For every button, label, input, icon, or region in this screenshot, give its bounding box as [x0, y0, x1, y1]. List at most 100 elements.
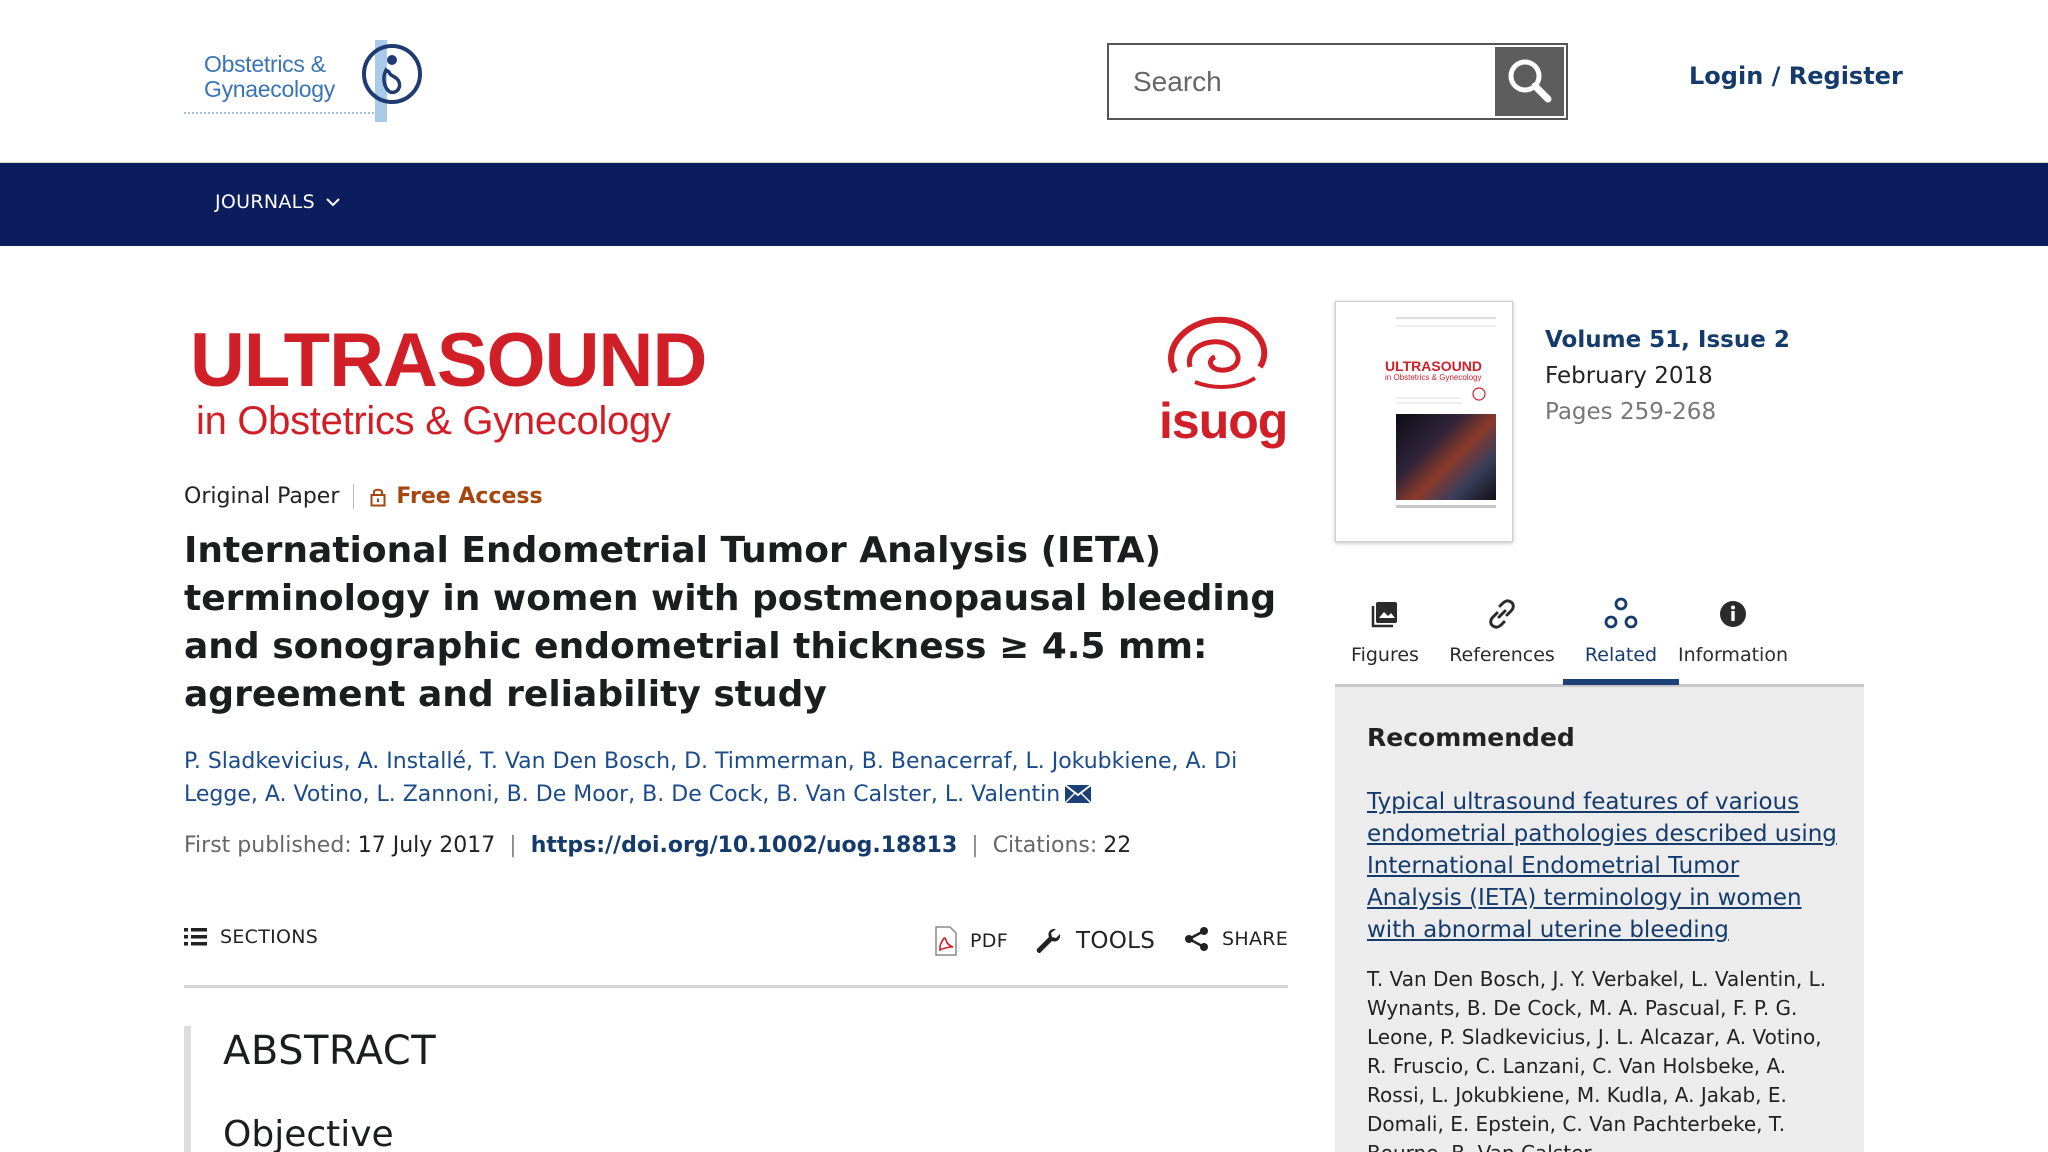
author-link[interactable]: A. Votino: [265, 782, 363, 807]
issue-info: Volume 51, Issue 2 February 2018 Pages 2…: [1545, 322, 1790, 430]
author-link[interactable]: B. Benacerraf: [862, 749, 1012, 774]
sections-button[interactable]: SECTIONS: [184, 926, 318, 948]
journals-label: JOURNALS: [215, 191, 315, 213]
author-separator: ,: [362, 782, 377, 807]
tab-information-label: Information: [1678, 644, 1788, 666]
envelope-icon[interactable]: [1064, 784, 1092, 804]
image-gallery-icon: [1371, 602, 1397, 628]
list-icon: [184, 928, 207, 946]
isuog-text: isuog: [1159, 393, 1288, 449]
abstract-heading: ABSTRACT: [223, 1028, 437, 1074]
author-link[interactable]: L. Zannoni: [376, 782, 492, 807]
author-link[interactable]: L. Jokubkiene: [1025, 749, 1171, 774]
abstract-section: ABSTRACT Objective: [184, 1026, 1288, 1152]
citations-count[interactable]: 22: [1103, 833, 1131, 858]
related-nodes-icon: [1604, 597, 1638, 629]
isuog-logo[interactable]: isuog: [1155, 312, 1288, 452]
search-input[interactable]: [1109, 45, 1497, 118]
tools-button[interactable]: TOOLS: [1034, 926, 1155, 956]
search-box: [1107, 43, 1568, 120]
pdf-icon: [935, 926, 957, 956]
issue-date: February 2018: [1545, 363, 1713, 389]
author-separator: ,: [250, 782, 265, 807]
cover-title: ULTRASOUND: [1385, 358, 1482, 374]
author-link[interactable]: D. Timmerman: [684, 749, 848, 774]
author-link[interactable]: P. Sladkevicius: [184, 749, 344, 774]
brand-line-1: Obstetrics &: [204, 51, 326, 77]
article-type: Original Paper: [184, 484, 355, 509]
journal-logo-subtitle: in Obstetrics & Gynecology: [196, 399, 671, 443]
journal-logo-title: ULTRASOUND: [190, 318, 707, 403]
active-tab-indicator: [1563, 679, 1679, 685]
separator: |: [971, 833, 979, 858]
recommended-panel: Recommended Typical ultrasound features …: [1335, 687, 1864, 1152]
author-separator: ,: [847, 749, 862, 774]
link-icon: [1489, 599, 1515, 629]
author-separator: ,: [1171, 749, 1186, 774]
site-header: Obstetrics & Gynaecology Login / Registe…: [0, 0, 2048, 163]
cover-divider: [1396, 505, 1496, 508]
author-separator: ,: [930, 782, 945, 807]
author-separator: ,: [343, 749, 358, 774]
article-type-row: Original Paper Free Access: [184, 484, 543, 509]
separator: |: [509, 833, 517, 858]
main-nav: JOURNALS: [0, 163, 2048, 246]
pdf-label: PDF: [970, 930, 1008, 952]
tools-label: TOOLS: [1076, 928, 1156, 954]
free-access-label: Free Access: [396, 484, 543, 509]
publication-info: First published: 17 July 2017 | https://…: [184, 833, 1131, 858]
volume-issue-link[interactable]: Volume 51, Issue 2: [1545, 322, 1790, 358]
author-link[interactable]: B. De Cock: [642, 782, 762, 807]
citations-label: Citations:: [992, 833, 1098, 858]
sidebar-tabs: Figures References Related Information: [1335, 586, 1864, 687]
author-link[interactable]: B. Van Calster: [776, 782, 930, 807]
first-published-date: 17 July 2017: [357, 833, 496, 858]
login-register-link[interactable]: Login / Register: [1689, 62, 1903, 90]
isuog-emblem-icon: [1168, 316, 1268, 389]
brand-name: Obstetrics & Gynaecology: [204, 52, 335, 102]
share-button[interactable]: SHARE: [1184, 926, 1288, 952]
recommended-article-authors: T. Van Den Bosch, J. Y. Verbakel, L. Val…: [1367, 967, 1827, 1152]
journals-menu[interactable]: JOURNALS: [215, 191, 341, 213]
author-link[interactable]: B. De Moor: [507, 782, 629, 807]
cover-image: [1396, 414, 1496, 500]
author-separator: ,: [1011, 749, 1026, 774]
recommended-article-link[interactable]: Typical ultrasound features of various e…: [1367, 786, 1837, 946]
journal-cover-thumbnail[interactable]: ULTRASOUND in Obstetrics & Gynecology: [1335, 301, 1513, 542]
lock-open-icon: [370, 488, 386, 506]
issue-pages: Pages 259-268: [1545, 399, 1717, 425]
chevron-down-icon: [326, 198, 340, 207]
author-separator: ,: [628, 782, 643, 807]
author-link[interactable]: L. Valentin: [945, 782, 1060, 807]
free-access-badge: Free Access: [370, 484, 543, 509]
first-published-label: First published:: [184, 833, 352, 858]
search-icon: [1508, 59, 1552, 103]
pdf-button[interactable]: PDF: [934, 926, 1008, 956]
tab-references-label: References: [1449, 644, 1555, 666]
info-icon: [1720, 601, 1746, 627]
author-link[interactable]: A. Installé: [358, 749, 466, 774]
wrench-icon: [1036, 928, 1061, 954]
tab-references[interactable]: References: [1427, 586, 1577, 684]
sections-label: SECTIONS: [220, 926, 319, 948]
article-title: International Endometrial Tumor Analysis…: [184, 530, 1277, 715]
share-label: SHARE: [1222, 928, 1289, 950]
cover-subtitle: in Obstetrics & Gynecology: [1385, 373, 1482, 382]
author-link[interactable]: T. Van Den Bosch: [480, 749, 670, 774]
author-separator: ,: [670, 749, 685, 774]
recommended-heading: Recommended: [1367, 723, 1575, 752]
site-logo[interactable]: Obstetrics & Gynaecology: [184, 38, 424, 124]
author-list: P. Sladkevicius, A. Installé, T. Van Den…: [184, 745, 1294, 811]
author-separator: ,: [762, 782, 777, 807]
article-toolbar: SECTIONS PDF TOOLS SHARE: [184, 918, 1288, 988]
author-separator: ,: [492, 782, 507, 807]
author-separator: ,: [466, 749, 481, 774]
tab-information[interactable]: Information: [1653, 586, 1813, 684]
search-button[interactable]: [1495, 47, 1564, 116]
objective-heading: Objective: [223, 1114, 394, 1152]
pregnancy-emblem-icon: [362, 44, 422, 104]
share-icon: [1185, 927, 1208, 951]
doi-link[interactable]: https://doi.org/10.1002/uog.18813: [531, 833, 958, 858]
journal-logo[interactable]: ULTRASOUND in Obstetrics & Gynecology: [190, 323, 730, 453]
brand-line-2: Gynaecology: [204, 76, 335, 102]
